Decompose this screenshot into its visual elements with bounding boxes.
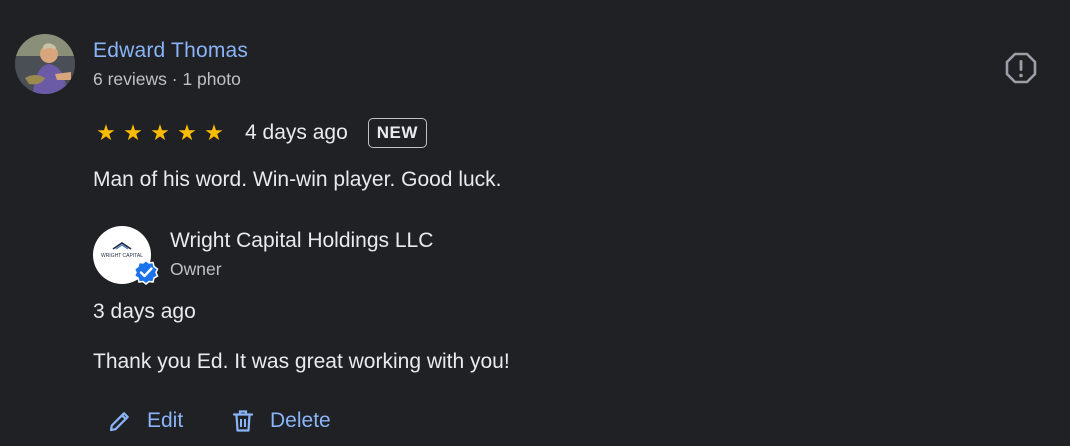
delete-label: Delete [270, 409, 331, 432]
reviewer-name[interactable]: Edward Thomas [93, 39, 248, 63]
edit-label: Edit [147, 409, 184, 432]
report-button[interactable] [1003, 50, 1039, 86]
edit-button[interactable]: Edit [107, 404, 183, 438]
star-icon: ★ [96, 120, 116, 145]
avatar-photo [15, 34, 75, 94]
reply-text: Thank you Ed. It was great working with … [93, 350, 510, 373]
reviewer-avatar[interactable] [15, 34, 75, 94]
review-text: Man of his word. Win-win player. Good lu… [93, 168, 502, 191]
review-time: 4 days ago [245, 121, 348, 144]
pencil-icon [109, 412, 129, 432]
rating-row: ★ ★ ★ ★ ★ 4 days ago NEW [93, 114, 427, 152]
verified-badge [133, 259, 159, 285]
delete-button[interactable]: Delete [230, 404, 331, 438]
verified-check-icon [133, 259, 159, 285]
report-icon [1005, 52, 1037, 84]
reply-time: 3 days ago [93, 300, 196, 323]
reviewer-meta: 6 reviews · 1 photo [93, 69, 241, 89]
owner-role: Owner [170, 259, 222, 279]
star-rating: ★ ★ ★ ★ ★ [93, 122, 227, 144]
new-badge: NEW [367, 118, 427, 148]
star-icon: ★ [123, 120, 143, 145]
star-icon: ★ [204, 120, 224, 145]
star-icon: ★ [177, 120, 197, 145]
owner-name: Wright Capital Holdings LLC [170, 229, 434, 252]
trash-icon [232, 410, 254, 432]
star-icon: ★ [150, 120, 170, 145]
